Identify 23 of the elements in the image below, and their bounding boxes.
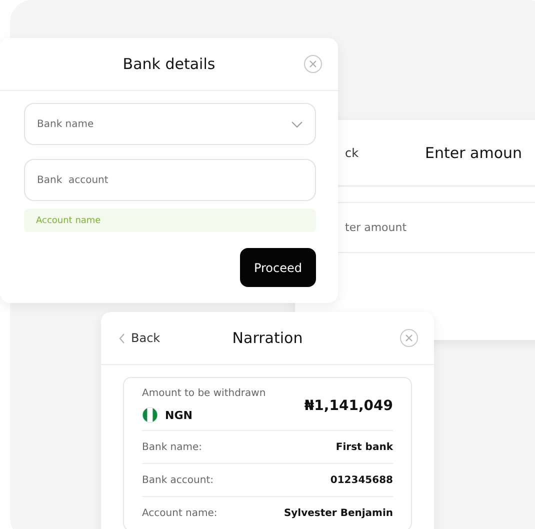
chevron-left-icon	[119, 332, 125, 344]
detail-label: Account name:	[142, 508, 218, 518]
close-icon[interactable]	[400, 329, 418, 347]
back-link[interactable]: ck	[345, 146, 359, 160]
bank-name-select[interactable]: Bank name	[24, 103, 316, 145]
back-link[interactable]: Back	[119, 331, 160, 345]
close-icon[interactable]	[304, 55, 322, 73]
amount-value: ₦1,141,049	[304, 398, 393, 414]
detail-label: Bank name:	[142, 442, 202, 452]
detail-value: First bank	[336, 442, 393, 452]
currency-code: NGN	[165, 408, 192, 422]
bank-account-field[interactable]: Bank account	[24, 159, 316, 201]
detail-value: Sylvester Benjamin	[284, 508, 393, 518]
proceed-button[interactable]: Proceed	[240, 248, 316, 287]
detail-label: Bank account:	[142, 474, 214, 486]
chevron-down-icon	[291, 120, 303, 128]
dialog-title: Enter amoun	[425, 144, 522, 162]
amount-label: Amount to be withdrawn	[142, 388, 266, 399]
dialog-title: Bank details	[122, 55, 216, 73]
detail-value: 012345688	[330, 474, 393, 486]
dialog-title: Narration	[232, 329, 303, 347]
account-name-text: Account name	[24, 209, 316, 232]
flag-icon	[142, 407, 158, 423]
